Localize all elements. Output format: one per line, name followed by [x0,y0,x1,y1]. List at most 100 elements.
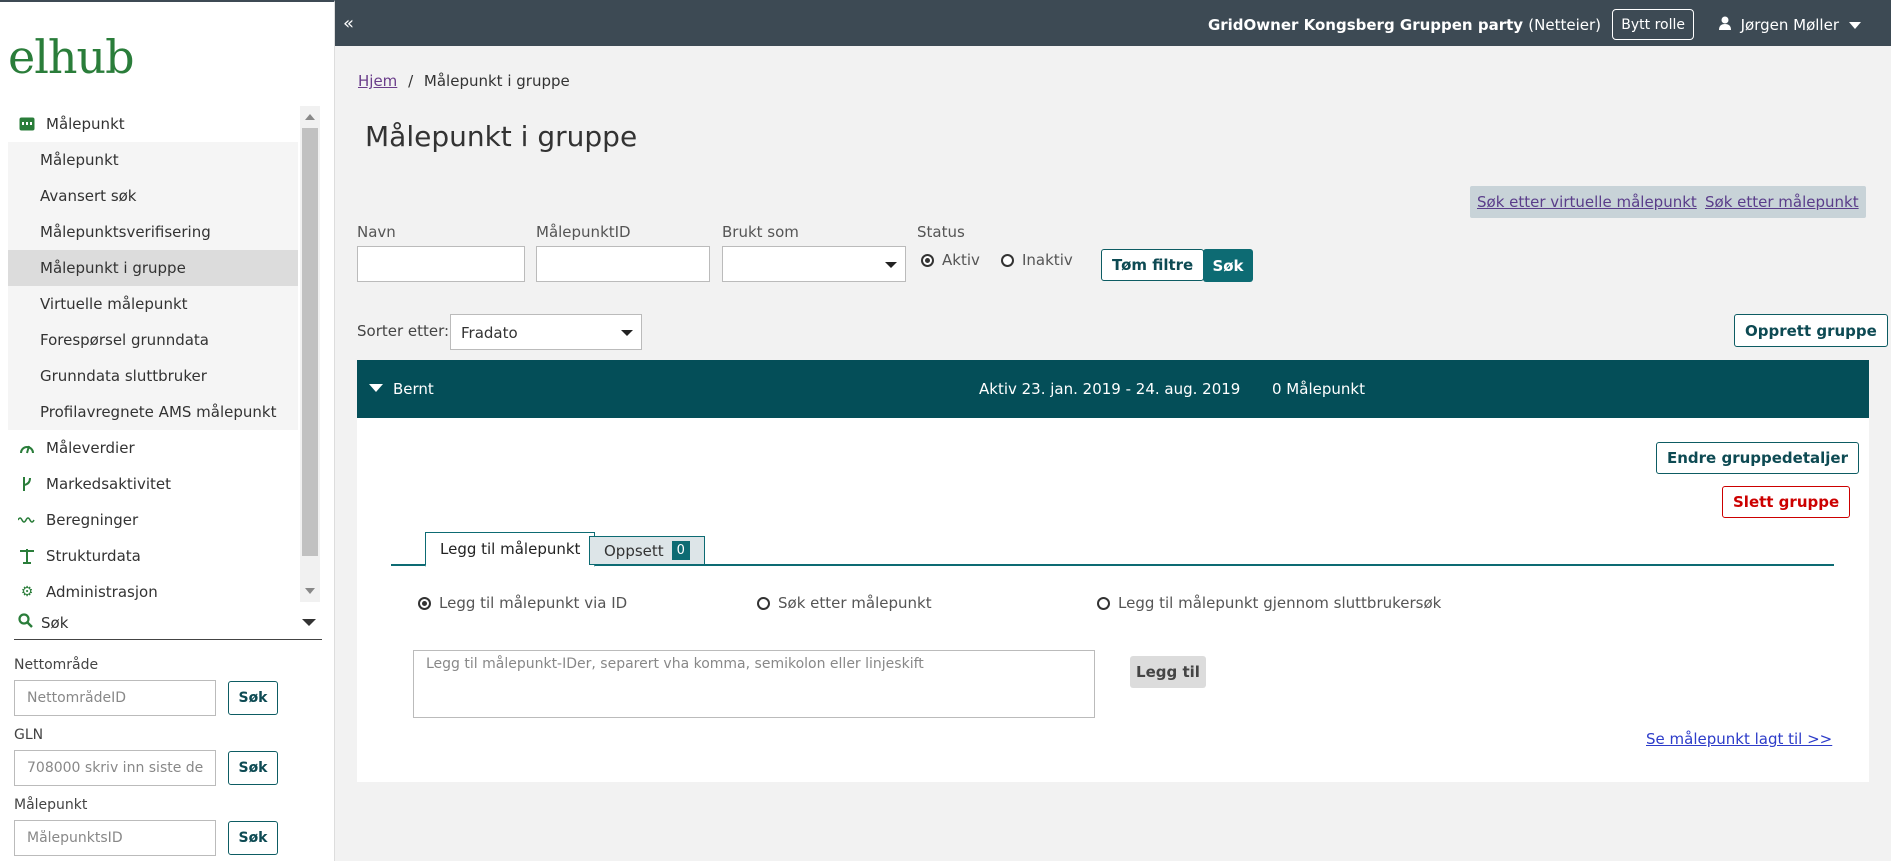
status-inactive-radio[interactable]: Inaktiv [1001,251,1073,269]
meter-search-button[interactable]: Søk etter målepunkt [1698,186,1866,218]
search-meter-radio[interactable]: Søk etter målepunkt [757,594,932,612]
scrollbar-thumb[interactable] [302,128,318,556]
gln-search-button[interactable]: Søk [228,751,278,785]
nav-group-label: Administrasjon [46,583,158,601]
tab-add-meter[interactable]: Legg til målepunkt [425,532,596,567]
scroll-down-icon[interactable] [305,588,315,594]
nav-group-strukturdata[interactable]: Strukturdata [8,538,298,574]
delete-group-button[interactable]: Slett gruppe [1722,486,1851,518]
sidebar-search-toggle[interactable]: Søk [14,606,322,640]
add-via-enduser-radio[interactable]: Legg til målepunkt gjennom sluttbrukersø… [1097,594,1441,612]
party-name: GridOwner Kongsberg Gruppen party [1207,16,1524,34]
gear-icon: ⚙ [20,584,34,600]
sidebar: elhub Målepunkt Målepunkt Avansert søk M… [0,0,335,861]
radio-empty-icon [757,596,770,610]
user-menu[interactable]: Jørgen Møller [1718,16,1861,34]
gln-input[interactable] [14,750,216,786]
group-header[interactable]: Bernt Aktiv 23. jan. 2019 - 24. aug. 201… [357,360,1869,418]
name-filter-input[interactable] [357,246,525,282]
clear-filters-button[interactable]: Tøm filtre [1101,249,1205,281]
used-as-filter-select[interactable] [722,246,906,282]
user-name: Jørgen Møller [1740,16,1839,34]
chevron-down-icon [885,262,897,268]
tower-icon [18,547,36,565]
sidebar-item-avansert-sok[interactable]: Avansert søk [8,178,298,214]
group-period: Aktiv 23. jan. 2019 - 24. aug. 2019 [979,380,1241,398]
tab-setup-label: Oppsett [604,541,664,560]
user-icon [1718,16,1731,34]
branch-icon [18,475,36,493]
chevron-down-icon [369,384,383,392]
meter-ids-textarea[interactable] [413,650,1095,718]
add-meter-button[interactable]: Legg til [1130,656,1206,688]
id-filter-label: MålepunktID [536,223,631,241]
party-info: GridOwner Kongsberg Gruppen party (Nette… [1208,16,1601,34]
name-filter-label: Navn [357,223,396,241]
main-navigation: Målepunkt Målepunkt Avansert søk Målepun… [8,106,298,602]
nav-group-beregninger[interactable]: Beregninger [8,502,298,538]
sidebar-search-title: Søk [41,613,69,632]
see-added-meters-link[interactable]: Se målepunkt lagt til >> [1646,730,1832,748]
nettomrade-search-button[interactable]: Søk [228,681,278,715]
chevron-down-icon [621,330,633,336]
malepunkt-input[interactable] [14,820,216,856]
status-active-radio[interactable]: Aktiv [921,251,980,269]
sidebar-item-malepunkt-i-gruppe[interactable]: Målepunkt i gruppe [8,250,298,286]
sidebar-item-profilavregnete[interactable]: Profilavregnete AMS målepunkt [8,394,298,430]
nav-group-malepunkt[interactable]: Målepunkt [8,106,298,142]
filter-search-button[interactable]: Søk [1203,249,1253,282]
radio-empty-icon [1097,596,1110,610]
nav-group-label: Strukturdata [46,547,141,565]
meter-icon [18,115,36,133]
chevron-down-icon [1849,21,1861,29]
add-via-id-label: Legg til målepunkt via ID [439,594,628,612]
sidebar-item-verifisering[interactable]: Målepunktsverifisering [8,214,298,250]
group-count: 0 Målepunkt [1272,380,1365,398]
tab-add-meter-label: Legg til målepunkt [440,540,581,558]
collapse-sidebar-icon[interactable]: « [343,13,354,34]
breadcrumb: Hjem / Målepunkt i gruppe [358,72,570,90]
chevron-down-icon [302,619,316,626]
nav-group-administrasjon[interactable]: ⚙ Administrasjon [8,574,298,602]
gauge-icon [18,439,36,457]
malepunkt-label: Målepunkt [14,797,88,813]
radio-empty-icon [1001,253,1014,267]
sidebar-scrollbar[interactable] [300,106,320,602]
breadcrumb-separator: / [408,72,414,90]
scroll-up-icon[interactable] [305,114,315,120]
nav-group-label: Målepunkt [46,115,125,133]
malepunkt-search-button[interactable]: Søk [228,821,278,855]
nettomrade-input[interactable] [14,680,216,716]
sort-select-value: Fradato [461,324,518,342]
group-name: Bernt [393,380,434,398]
add-via-id-radio[interactable]: Legg til målepunkt via ID [418,594,627,612]
sidebar-item-foresporsel[interactable]: Forespørsel grunndata [8,322,298,358]
search-meter-label: Søk etter målepunkt [778,594,932,612]
breadcrumb-current: Målepunkt i gruppe [423,72,570,90]
tab-setup[interactable]: Oppsett 0 [589,536,705,565]
status-active-label: Aktiv [942,251,980,269]
sort-select[interactable]: Fradato [450,314,642,350]
breadcrumb-home-link[interactable]: Hjem [358,72,397,90]
radio-selected-icon [921,253,934,267]
wave-icon [18,511,36,529]
search-icon [18,613,33,632]
sidebar-item-grunndata[interactable]: Grunndata sluttbruker [8,358,298,394]
nav-group-label: Markedsaktivitet [46,475,171,493]
nav-group-markedsaktivitet[interactable]: Markedsaktivitet [8,466,298,502]
switch-role-button[interactable]: Bytt rolle [1612,9,1694,40]
elhub-logo[interactable]: elhub [8,30,135,84]
id-filter-input[interactable] [536,246,710,282]
edit-group-button[interactable]: Endre gruppedetaljer [1656,442,1859,474]
sidebar-item-malepunkt[interactable]: Målepunkt [8,142,298,178]
used-as-filter-label: Brukt som [722,223,799,241]
virtual-meter-search-button[interactable]: Søk etter virtuelle målepunkt [1470,186,1704,218]
sort-label: Sorter etter: [357,322,450,340]
sidebar-item-virtuelle[interactable]: Virtuelle målepunkt [8,286,298,322]
create-group-button[interactable]: Opprett gruppe [1734,314,1888,347]
nettomrade-label: Nettområde [14,657,99,673]
radio-selected-icon [418,596,431,610]
add-via-enduser-label: Legg til målepunkt gjennom sluttbrukersø… [1118,594,1442,612]
nav-group-maleverdier[interactable]: Måleverdier [8,430,298,466]
nav-group-label: Måleverdier [46,439,135,457]
